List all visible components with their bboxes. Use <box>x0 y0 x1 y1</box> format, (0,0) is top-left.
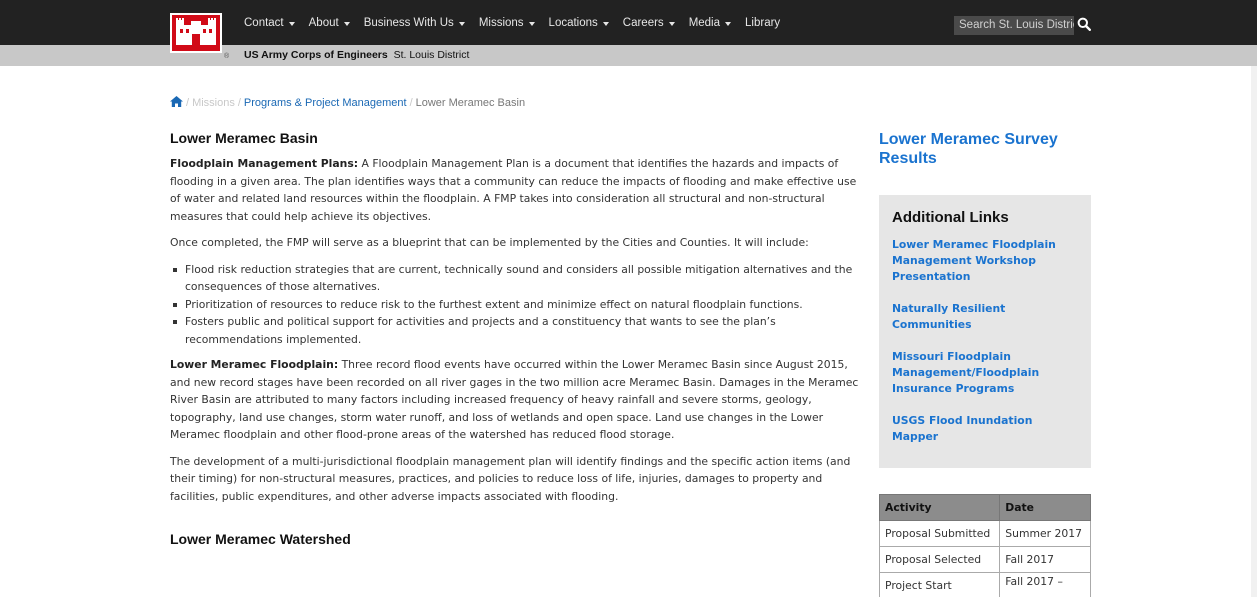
table-cell: Summer 2017 <box>999 520 1091 547</box>
nav-label: Media <box>688 17 721 29</box>
nav-label: Contact <box>244 17 284 29</box>
registered-mark: ® <box>224 53 230 60</box>
column-header-date: Date <box>999 494 1091 521</box>
caret-down-icon <box>528 21 535 26</box>
activity-table: Activity Date Proposal Submitted Summer … <box>878 494 1091 597</box>
castle-icon <box>176 18 216 45</box>
paragraph-label: Floodplain Management Plans: <box>170 157 359 170</box>
home-icon[interactable] <box>170 96 183 110</box>
paragraph-floodplain: Lower Meramec Floodplain: Three record f… <box>170 356 860 444</box>
caret-down-icon <box>725 21 732 26</box>
caret-down-icon <box>668 21 675 26</box>
breadcrumb-missions[interactable]: Missions <box>192 97 235 109</box>
main-nav: Contact About Business With Us Missions … <box>244 17 780 29</box>
nav-locations[interactable]: Locations <box>549 17 609 29</box>
org-title: US Army Corps of Engineers St. Louis Dis… <box>244 49 469 61</box>
org-name: US Army Corps of Engineers <box>244 49 388 61</box>
nav-label: About <box>308 17 339 29</box>
additional-links-title: Additional Links <box>892 209 1009 226</box>
link-resilient-communities[interactable]: Naturally Resilient Communities <box>892 301 1078 333</box>
nav-library[interactable]: Library <box>745 17 780 29</box>
table-cell: Fall 2017 – <box>999 572 1091 597</box>
page-title: Lower Meramec Basin <box>170 130 318 146</box>
search-icon[interactable] <box>1077 17 1092 33</box>
paragraph-fmp: Floodplain Management Plans: A Floodplai… <box>170 155 860 225</box>
paragraph-blueprint: Once completed, the FMP will serve as a … <box>170 236 809 249</box>
breadcrumb-separator: / <box>409 97 413 109</box>
additional-links-panel: Additional Links Lower Meramec Floodplai… <box>879 195 1091 468</box>
nav-missions[interactable]: Missions <box>479 17 535 29</box>
breadcrumb-separator: / <box>237 97 241 109</box>
table-cell: Fall 2017 <box>999 546 1091 573</box>
list-item: Prioritization of resources to reduce ri… <box>170 296 860 314</box>
table-row: Proposal Submitted Summer 2017 <box>878 520 1091 547</box>
table-row: Proposal Selected Fall 2017 <box>878 546 1091 573</box>
nav-label: Locations <box>548 17 598 29</box>
section-title: Lower Meramec Watershed <box>170 531 351 547</box>
caret-down-icon <box>288 21 295 26</box>
nav-label: Business With Us <box>363 17 454 29</box>
nav-contact[interactable]: Contact <box>244 17 295 29</box>
paragraph-label: Lower Meramec Floodplain: <box>170 358 339 371</box>
table-header-row: Activity Date <box>878 494 1091 521</box>
caret-down-icon <box>343 21 350 26</box>
nav-business-with-us[interactable]: Business With Us <box>364 17 465 29</box>
paragraph-development: The development of a multi-jurisdictiona… <box>170 454 851 503</box>
district-name: St. Louis District <box>393 49 470 61</box>
link-usgs-mapper[interactable]: USGS Flood Inundation Mapper <box>892 413 1078 445</box>
column-header-activity: Activity <box>878 494 1001 521</box>
nav-label: Careers <box>622 17 664 29</box>
breadcrumb-separator: / <box>186 97 190 109</box>
caret-down-icon <box>602 21 609 26</box>
survey-results-link[interactable]: Lower Meramec Survey Results <box>879 130 1079 168</box>
nav-label: Missions <box>478 17 524 29</box>
nav-about[interactable]: About <box>309 17 350 29</box>
usace-castle-logo[interactable] <box>170 13 222 53</box>
breadcrumb: / Missions / Programs & Project Manageme… <box>170 96 525 110</box>
link-workshop-presentation[interactable]: Lower Meramec Floodplain Management Work… <box>892 237 1078 285</box>
nav-label: Library <box>745 17 781 29</box>
table-cell: Proposal Submitted <box>878 520 1001 547</box>
list-item: Fosters public and political support for… <box>170 313 860 348</box>
nav-careers[interactable]: Careers <box>623 17 675 29</box>
main-content: Lower Meramec Basin Floodplain Managemen… <box>170 128 860 548</box>
breadcrumb-programs[interactable]: Programs & Project Management <box>244 97 407 109</box>
table-cell: Project Start <box>878 572 1001 597</box>
table-row: Project Start Fall 2017 – <box>878 572 1091 597</box>
search-input[interactable] <box>954 16 1074 35</box>
table-cell: Proposal Selected <box>878 546 1001 573</box>
breadcrumb-current: Lower Meramec Basin <box>415 97 526 109</box>
list-item: Flood risk reduction strategies that are… <box>170 261 860 296</box>
link-missouri-programs[interactable]: Missouri Floodplain Management/Floodplai… <box>892 349 1078 397</box>
caret-down-icon <box>458 21 465 26</box>
page-scrollbar[interactable] <box>1251 66 1257 597</box>
bullet-list: Flood risk reduction strategies that are… <box>170 261 860 349</box>
nav-media[interactable]: Media <box>688 17 732 29</box>
